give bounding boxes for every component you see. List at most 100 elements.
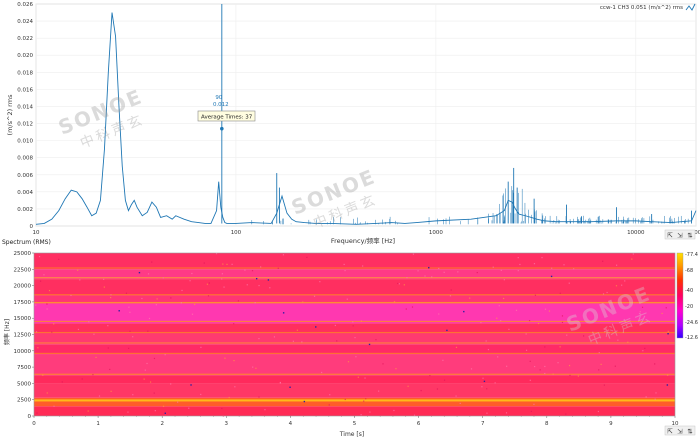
heatmap-speckle bbox=[170, 383, 171, 384]
heatmap-speckle bbox=[301, 341, 302, 342]
heatmap-speckle bbox=[222, 273, 223, 274]
y-tick-label: 0.010 bbox=[17, 139, 33, 145]
figure-canvas: 00.0020.0040.0060.0080.0100.0120.0140.01… bbox=[0, 0, 700, 440]
heatmap-speckle bbox=[255, 368, 256, 369]
heatmap-speckle bbox=[47, 392, 48, 393]
heatmap-speckle-dark bbox=[315, 326, 316, 327]
heatmap-speckle bbox=[269, 287, 270, 288]
heatmap-speckle bbox=[93, 334, 94, 335]
heatmap-speckle bbox=[518, 270, 519, 271]
heatmap-speckle bbox=[255, 302, 256, 303]
heatmap-speckle bbox=[154, 358, 155, 359]
x-tick-label: 6 bbox=[417, 421, 421, 427]
heatmap-speckle bbox=[535, 295, 536, 296]
heatmap-speckle-dark bbox=[428, 267, 429, 268]
zoom-icon[interactable]: ⇲ bbox=[677, 232, 682, 240]
heatmap-speckle bbox=[668, 331, 669, 332]
heatmap-speckle bbox=[601, 364, 602, 365]
heatmap-speckle bbox=[378, 391, 379, 392]
zoom-fit-icon-2[interactable]: ⇱ bbox=[667, 428, 673, 436]
heatmap-speckle bbox=[336, 340, 337, 341]
heatmap-speckle bbox=[444, 272, 445, 273]
heatmap-speckle bbox=[144, 379, 145, 380]
y-tick-label: 0 bbox=[28, 414, 32, 420]
heatmap-speckle bbox=[604, 384, 605, 385]
y-tick-label: 0.004 bbox=[17, 190, 33, 196]
heatmap-speckle-dark bbox=[256, 278, 257, 279]
heatmap-speckle bbox=[421, 390, 422, 391]
x-tick-label: 1 bbox=[96, 421, 100, 427]
heatmap-speckle bbox=[504, 279, 505, 280]
heatmap-speckle bbox=[565, 413, 566, 414]
heatmap-speckle bbox=[321, 372, 322, 373]
pan-icon[interactable]: ⇅ bbox=[687, 232, 693, 240]
heatmap-speckle bbox=[224, 358, 225, 359]
y-tick-label: 7500 bbox=[17, 365, 31, 371]
heatmap-speckle bbox=[151, 261, 152, 262]
heatmap-speckle bbox=[399, 283, 400, 284]
heatmap-speckle bbox=[369, 411, 370, 412]
zoom-icon-2[interactable]: ⇲ bbox=[677, 428, 682, 436]
heatmap-speckle bbox=[189, 280, 190, 281]
heatmap-speckle bbox=[181, 290, 182, 291]
heatmap-line bbox=[34, 302, 675, 303]
heatmap-speckle bbox=[191, 273, 192, 274]
heatmap-speckle bbox=[252, 367, 253, 368]
heatmap-speckle bbox=[544, 366, 545, 367]
heatmap-speckle-dark bbox=[119, 310, 120, 311]
heatmap-speckle bbox=[486, 413, 487, 414]
heatmap-speckle bbox=[616, 265, 617, 266]
heatmap-speckle bbox=[358, 377, 359, 378]
heatmap-speckle bbox=[488, 349, 489, 350]
heatmap-speckle bbox=[477, 272, 478, 273]
colorbar-tick-label: -77.4 bbox=[685, 252, 698, 258]
heatmap-speckle bbox=[455, 395, 456, 396]
zoom-fit-icon[interactable]: ⇱ bbox=[667, 232, 673, 240]
pan-icon-2[interactable]: ⇅ bbox=[687, 428, 693, 436]
heatmap-speckle bbox=[545, 309, 546, 310]
heatmap-speckle bbox=[127, 412, 128, 413]
heatmap-speckle bbox=[364, 377, 365, 378]
heatmap-speckle bbox=[209, 282, 210, 283]
x-tick-label: 2 bbox=[160, 421, 164, 427]
heatmap-speckle bbox=[406, 277, 407, 278]
x-tick-label: 8 bbox=[545, 421, 549, 427]
heatmap-speckle bbox=[62, 381, 63, 382]
heatmap-speckle bbox=[221, 408, 222, 409]
heatmap-speckle bbox=[437, 388, 438, 389]
y-tick-label: 12500 bbox=[14, 333, 32, 339]
heatmap-speckle-dark bbox=[446, 330, 447, 331]
heatmap-speckle-dark bbox=[289, 387, 290, 388]
heatmap-speckle bbox=[355, 356, 356, 357]
heatmap-speckle bbox=[499, 305, 500, 306]
heatmap-speckle bbox=[583, 335, 584, 336]
heatmap-speckle-dark bbox=[463, 311, 464, 312]
heatmap-speckle bbox=[244, 270, 245, 271]
heatmap-speckle bbox=[43, 274, 44, 275]
heatmap-speckle bbox=[503, 298, 504, 299]
y-tick-label: 10000 bbox=[14, 349, 32, 355]
heatmap-speckle bbox=[92, 374, 93, 375]
heatmap-speckle bbox=[563, 264, 564, 265]
heatmap-speckle bbox=[666, 307, 667, 308]
heatmap-speckle bbox=[417, 270, 418, 271]
heatmap-line bbox=[34, 374, 675, 375]
heatmap-speckle bbox=[53, 406, 54, 407]
heatmap-speckle bbox=[533, 404, 534, 405]
heatmap-speckle bbox=[329, 394, 330, 395]
heatmap-speckle bbox=[155, 410, 156, 411]
heatmap-speckle bbox=[348, 361, 349, 362]
heatmap-speckle bbox=[264, 409, 265, 410]
heatmap-speckle bbox=[598, 369, 599, 370]
heatmap-speckle bbox=[529, 320, 530, 321]
marker-point bbox=[220, 127, 224, 131]
heatmap-speckle bbox=[293, 341, 294, 342]
heatmap-speckle bbox=[500, 320, 501, 321]
heatmap-speckle bbox=[544, 346, 545, 347]
heatmap-speckle bbox=[258, 396, 259, 397]
heatmap-speckle bbox=[414, 415, 415, 416]
colorbar-tick-label: -68 bbox=[685, 268, 693, 274]
y-tick-label: 0.020 bbox=[17, 53, 33, 59]
heatmap-speckle bbox=[40, 281, 41, 282]
heatmap-speckle bbox=[460, 403, 461, 404]
